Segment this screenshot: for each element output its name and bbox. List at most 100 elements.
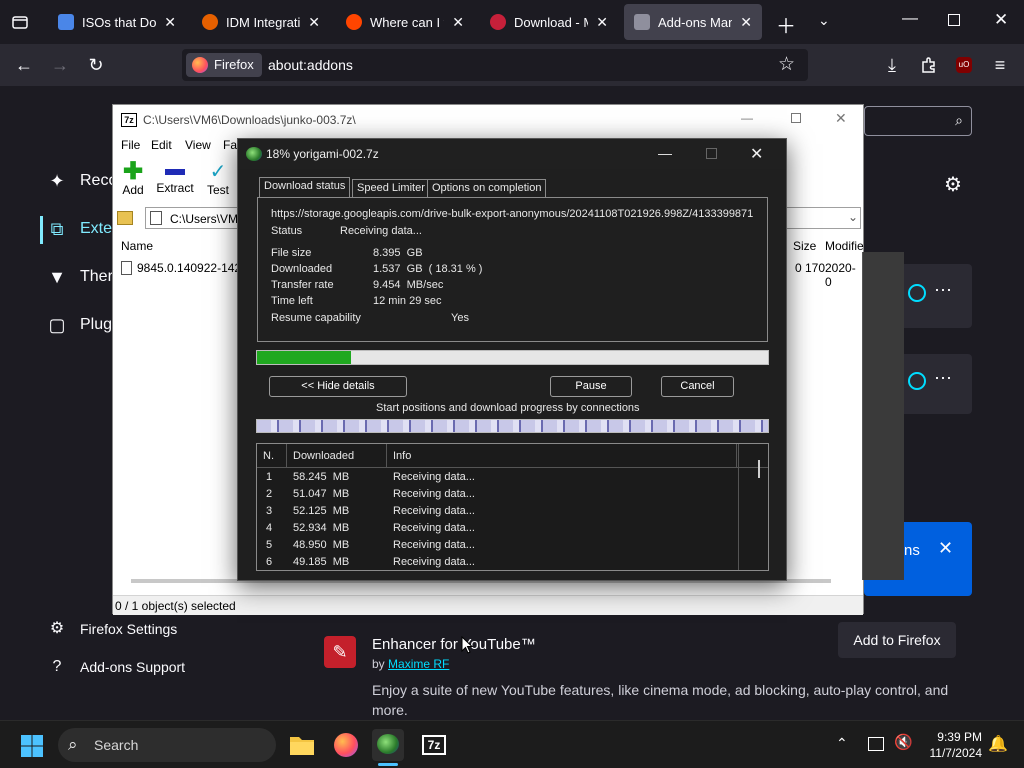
row-downloaded: 52.934 MB [293,522,350,534]
close-window-icon[interactable]: ✕ [994,10,1008,30]
extract-label: Extract [156,181,194,195]
more-options-icon[interactable]: ⋯ [934,280,952,301]
close-tab-icon[interactable]: ✕ [164,14,176,31]
column-name[interactable]: Name [121,239,153,253]
downloaded-label: Downloaded [271,263,333,275]
back-icon[interactable]: ← [10,51,38,79]
sidebar-item-themes[interactable]: ▼ Ther [46,266,113,288]
url-text[interactable]: about:addons [268,57,353,73]
reload-icon[interactable]: ↻ [82,51,110,79]
addon-name[interactable]: Enhancer for YouTube™ [372,636,536,653]
more-options-icon[interactable]: ⋯ [934,368,952,389]
menu-view[interactable]: View [185,138,211,152]
firefox-settings-link[interactable]: ⚙ Firefox Settings [46,618,177,640]
table-header: N. Downloaded Info [257,444,768,468]
folder-up-icon[interactable] [117,211,133,225]
tab-title: Where can I fin [370,14,444,30]
minimize-icon[interactable]: — [658,145,672,161]
toggle-icon[interactable] [908,372,926,390]
close-tab-icon[interactable]: ✕ [740,14,752,31]
toggle-icon[interactable] [908,284,926,302]
tab-isos[interactable]: ISOs that Don't ✕ [48,4,186,40]
downloads-icon[interactable]: ⤓ [878,51,906,79]
minimize-icon[interactable]: — [902,10,918,28]
taskbar-search[interactable]: ⌕ Search [58,728,276,762]
forward-icon[interactable]: → [46,51,74,79]
tools-gear-icon[interactable]: ⚙ [944,172,962,197]
row-info: Receiving data... [393,522,475,534]
column-info[interactable]: Info [387,444,737,468]
firefox-taskbar-icon[interactable] [330,729,362,761]
menu-file[interactable]: File [121,138,140,152]
close-icon[interactable]: ✕ [750,144,763,164]
close-tab-icon[interactable]: ✕ [452,14,464,31]
notification-bell-icon[interactable]: 🔔 [988,734,1008,754]
progress-bar [256,350,769,365]
row-n: 4 [266,522,273,534]
resume-capability-label: Resume capability [271,312,361,324]
sidebar-item-plugins[interactable]: ▢ Plug [46,314,112,336]
column-modified[interactable]: Modifie [825,239,864,253]
tab-download-mega[interactable]: Download - ME ✕ [480,4,618,40]
extensions-icon[interactable] [920,56,938,74]
transfer-rate-value: 9.454 MB/sec [373,279,444,291]
firefox-icon [202,14,218,30]
test-label: Test [206,183,229,197]
author-link[interactable]: Maxime RF [388,657,449,671]
sevenzip-taskbar-icon[interactable]: 7z [418,729,450,761]
menu-favorites[interactable]: Fa [223,138,237,152]
sparkle-icon: ✦ [49,171,65,191]
idm-download-dialog: 18% yorigami-002.7z — ✕ Download status … [237,138,787,581]
ublock-icon[interactable]: uO [956,57,972,73]
column-n[interactable]: N. [257,444,287,468]
chevron-down-icon[interactable]: ⌄ [848,210,858,224]
vertical-scrollbar[interactable] [738,444,768,570]
extract-button[interactable]: Extract [155,161,195,195]
column-size[interactable]: Size [793,239,816,253]
tab-idm-integration[interactable]: IDM Integration ✕ [192,4,330,40]
tab-download-status[interactable]: Download status [259,177,351,198]
pause-button[interactable]: Pause [550,376,632,397]
menu-edit[interactable]: Edit [151,138,172,152]
new-tab-icon[interactable]: ＋ [776,10,796,39]
close-icon[interactable]: ✕ [835,110,847,127]
scroll-thumb[interactable] [758,460,760,478]
star-icon[interactable]: ☆ [778,53,795,76]
maximize-icon[interactable] [791,113,801,123]
tab-speed-limiter[interactable]: Speed Limiter [352,179,430,198]
idm-taskbar-icon[interactable] [372,729,404,761]
reddit-icon [346,14,362,30]
search-addons-field[interactable]: ⌕ [864,106,972,136]
cancel-button[interactable]: Cancel [661,376,734,397]
window-title: C:\Users\VM6\Downloads\junko-003.7z\ [143,113,356,127]
sidebar-item-extensions[interactable]: ⧉ Exte [46,218,112,240]
add-button[interactable]: ✚ Add [119,160,147,198]
file-explorer-icon[interactable] [286,729,318,761]
row-info: Receiving data... [393,539,475,551]
addons-support-link[interactable]: ? Add-ons Support [46,656,186,678]
chevron-down-icon[interactable]: ⌄ [818,12,830,29]
network-icon[interactable] [868,737,884,751]
close-tab-icon[interactable]: ✕ [308,14,320,31]
clock[interactable]: 9:39 PM 11/7/2024 [922,729,983,761]
add-to-firefox-button[interactable]: Add to Firefox [838,622,956,658]
chevron-up-icon[interactable]: ⌃ [836,735,848,752]
sidebar-item-recommendations[interactable]: ✦ Reco [46,170,117,192]
tab-options-on-completion[interactable]: Options on completion [427,179,547,198]
tab-addons-manager[interactable]: Add-ons Manag ✕ [624,4,762,40]
volume-icon[interactable]: 🔇 [894,733,913,751]
tab-title: Add-ons Manag [658,14,733,30]
url-bar[interactable]: Firefox about:addons ☆ [182,49,808,81]
restore-icon[interactable] [948,14,960,26]
close-icon[interactable]: ✕ [938,538,953,559]
column-downloaded[interactable]: Downloaded [287,444,387,468]
minimize-icon[interactable]: — [741,111,753,125]
menu-icon[interactable]: ≡ [986,51,1014,79]
hide-details-button[interactable]: << Hide details [269,376,407,397]
list-all-tabs-icon[interactable] [10,12,30,32]
identity-box[interactable]: Firefox [186,53,262,77]
test-button[interactable]: ✓ Test [203,161,233,197]
windows-start-icon[interactable] [20,734,44,758]
tab-where-can-i-find[interactable]: Where can I fin ✕ [336,4,474,40]
close-tab-icon[interactable]: ✕ [596,14,608,31]
